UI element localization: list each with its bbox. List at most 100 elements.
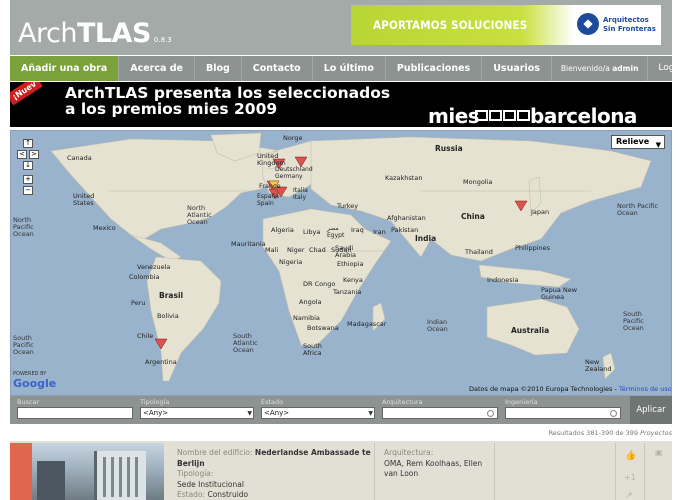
map-type-label: Relieve bbox=[616, 137, 650, 146]
map-label: Pakistan bbox=[391, 226, 419, 234]
card-name-row: Nombre del edificio: Nederlandse Ambassa… bbox=[177, 448, 372, 469]
promo-banner[interactable]: ¡Nuev ArchTLAS presenta los seleccionado… bbox=[10, 82, 672, 127]
map-label: South Pacific Ocean bbox=[623, 310, 644, 332]
map-label: South Pacific Ocean bbox=[13, 334, 34, 356]
map-label: South Africa bbox=[303, 342, 322, 357]
tipologia-select[interactable]: <Any> ▼ bbox=[140, 407, 254, 419]
pan-right-button[interactable]: > bbox=[29, 150, 39, 159]
map-label: Afghanistan bbox=[387, 214, 426, 222]
apply-button[interactable]: Aplicar bbox=[630, 396, 672, 424]
map-label: Tanzania bbox=[333, 288, 362, 296]
estado-label: Estado bbox=[261, 398, 284, 406]
map-label: United States bbox=[73, 192, 95, 207]
search-label: Buscar bbox=[17, 398, 40, 406]
map-type-select[interactable]: Relieve ▼ bbox=[611, 135, 665, 149]
search-input[interactable] bbox=[17, 407, 133, 419]
nav-blog[interactable]: Blog bbox=[195, 56, 242, 81]
map-label-egypt-ar: مصر bbox=[327, 225, 339, 232]
estado-value: <Any> bbox=[264, 409, 290, 417]
site-logo[interactable]: ArchTLAS 0.8.3 bbox=[18, 18, 172, 49]
ad-org-line1: Arquitectos bbox=[603, 16, 649, 24]
nav-users[interactable]: Usuarios bbox=[482, 56, 552, 81]
chevron-down-icon: ▼ bbox=[247, 410, 252, 417]
map-label: Ethiopia bbox=[337, 260, 364, 268]
like-icon[interactable]: 👍 bbox=[625, 451, 636, 461]
open-window-icon[interactable]: ▣ bbox=[655, 448, 663, 457]
map-label-italia: Italia bbox=[293, 187, 308, 194]
map-attribution: Datos de mapa ©2010 Europa Technologies … bbox=[469, 385, 671, 393]
map-label: Turkey bbox=[337, 202, 359, 210]
google-logo[interactable]: Google bbox=[13, 377, 56, 390]
tipologia-label: Tipología bbox=[140, 398, 170, 406]
map-label: Thailand bbox=[465, 248, 493, 256]
map-label: Sudan bbox=[331, 246, 352, 254]
tipologia-value: <Any> bbox=[143, 409, 169, 417]
map-label: Indonesia bbox=[487, 276, 519, 284]
welcome-prefix: Bienvenido/a bbox=[560, 64, 610, 73]
map-label: North Pacific Ocean bbox=[13, 216, 34, 238]
map-label: Libya bbox=[303, 228, 321, 236]
world-map[interactable]: ↑ < > ↓ + − Relieve ▼ Canada United State… bbox=[10, 130, 672, 396]
pan-left-button[interactable]: < bbox=[17, 150, 27, 159]
nav-contact[interactable]: Contacto bbox=[242, 56, 313, 81]
banner-title-line1: ArchTLAS presenta los seleccionados bbox=[65, 84, 391, 102]
nav-latest[interactable]: Lo último bbox=[313, 56, 386, 81]
ad-org-line2: Sin Fronteras bbox=[603, 25, 656, 33]
map-label: Angola bbox=[299, 298, 322, 306]
nav-about[interactable]: Acerca de bbox=[119, 56, 195, 81]
map-label: New Zealand bbox=[585, 358, 612, 373]
card-architects: Arquitectura: OMA, Rem Koolhaas, Ellen v… bbox=[384, 448, 494, 480]
map-label: North Atlantic Ocean bbox=[187, 204, 212, 226]
username[interactable]: admin bbox=[612, 64, 638, 73]
zoom-out-button[interactable]: − bbox=[23, 186, 33, 195]
map-label: Indian Ocean bbox=[427, 318, 448, 333]
barcelona-logo-text: barcelona bbox=[530, 104, 637, 127]
estado-select[interactable]: <Any> ▼ bbox=[261, 407, 375, 419]
results-unit: Proyectos bbox=[640, 429, 672, 437]
arquitectura-label: Arquitectura bbox=[382, 398, 423, 406]
ad-org-name: Arquitectos Sin Fronteras bbox=[603, 16, 656, 34]
arq-value[interactable]: OMA, Rem Koolhaas, Ellen van Loon bbox=[384, 459, 494, 480]
map-label: Iran bbox=[373, 228, 386, 236]
map-label: Chile bbox=[137, 332, 154, 340]
map-marker-argentina bbox=[154, 338, 168, 350]
name-label: Nombre del edificio: bbox=[177, 448, 253, 457]
map-label: Nigeria bbox=[279, 258, 303, 266]
map-label: Chad bbox=[309, 246, 326, 254]
card-accent-stripe bbox=[10, 443, 32, 500]
map-marker-japan bbox=[514, 200, 528, 212]
estado-label: Estado: bbox=[177, 490, 206, 499]
plus-one-button[interactable]: +1 bbox=[624, 473, 636, 482]
terms-link[interactable]: Términos de uso bbox=[619, 385, 671, 393]
map-label: North Pacific Ocean bbox=[617, 202, 658, 217]
ad-banner[interactable]: APORTAMOS SOLUCIONES Arquitectos Sin Fro… bbox=[351, 5, 661, 45]
autocomplete-icon bbox=[487, 410, 494, 417]
map-label: Kazakhstan bbox=[385, 174, 423, 182]
pan-down-button[interactable]: ↓ bbox=[23, 161, 33, 170]
welcome-text: Bienvenido/a admin bbox=[552, 56, 649, 81]
arquitectura-input[interactable] bbox=[382, 407, 498, 419]
arq-label: Arquitectura: bbox=[384, 448, 434, 457]
map-label: Deutschland Germany bbox=[275, 166, 313, 180]
result-card[interactable]: Nombre del edificio: Nederlandse Ambassa… bbox=[10, 441, 672, 500]
ingenieria-input[interactable] bbox=[505, 407, 621, 419]
nav-publications[interactable]: Publicaciones bbox=[386, 56, 483, 81]
page: ArchTLAS 0.8.3 APORTAMOS SOLUCIONES Arqui… bbox=[0, 0, 680, 500]
map-label: Norge bbox=[283, 134, 303, 142]
logout-button[interactable]: Logout bbox=[648, 56, 680, 81]
map-label: China bbox=[461, 212, 485, 221]
map-label-deutsch: Deutschland bbox=[275, 166, 313, 173]
map-label: Argentina bbox=[145, 358, 177, 366]
map-label: DR Congo bbox=[303, 280, 336, 288]
share-icon[interactable]: ↗ bbox=[625, 491, 633, 500]
pan-up-button[interactable]: ↑ bbox=[23, 139, 33, 148]
zoom-in-button[interactable]: + bbox=[23, 175, 33, 184]
results-text: Resultados 381-390 de 399 bbox=[548, 429, 639, 437]
building-photo[interactable] bbox=[32, 443, 164, 500]
map-label: Venezuela bbox=[137, 263, 171, 271]
map-label-germany: Germany bbox=[275, 173, 303, 180]
nav-add-work[interactable]: Añadir una obra bbox=[10, 56, 120, 81]
map-label: Madagascar bbox=[347, 320, 387, 328]
photo-building-main bbox=[94, 451, 146, 500]
map-label: Niger bbox=[287, 246, 305, 254]
